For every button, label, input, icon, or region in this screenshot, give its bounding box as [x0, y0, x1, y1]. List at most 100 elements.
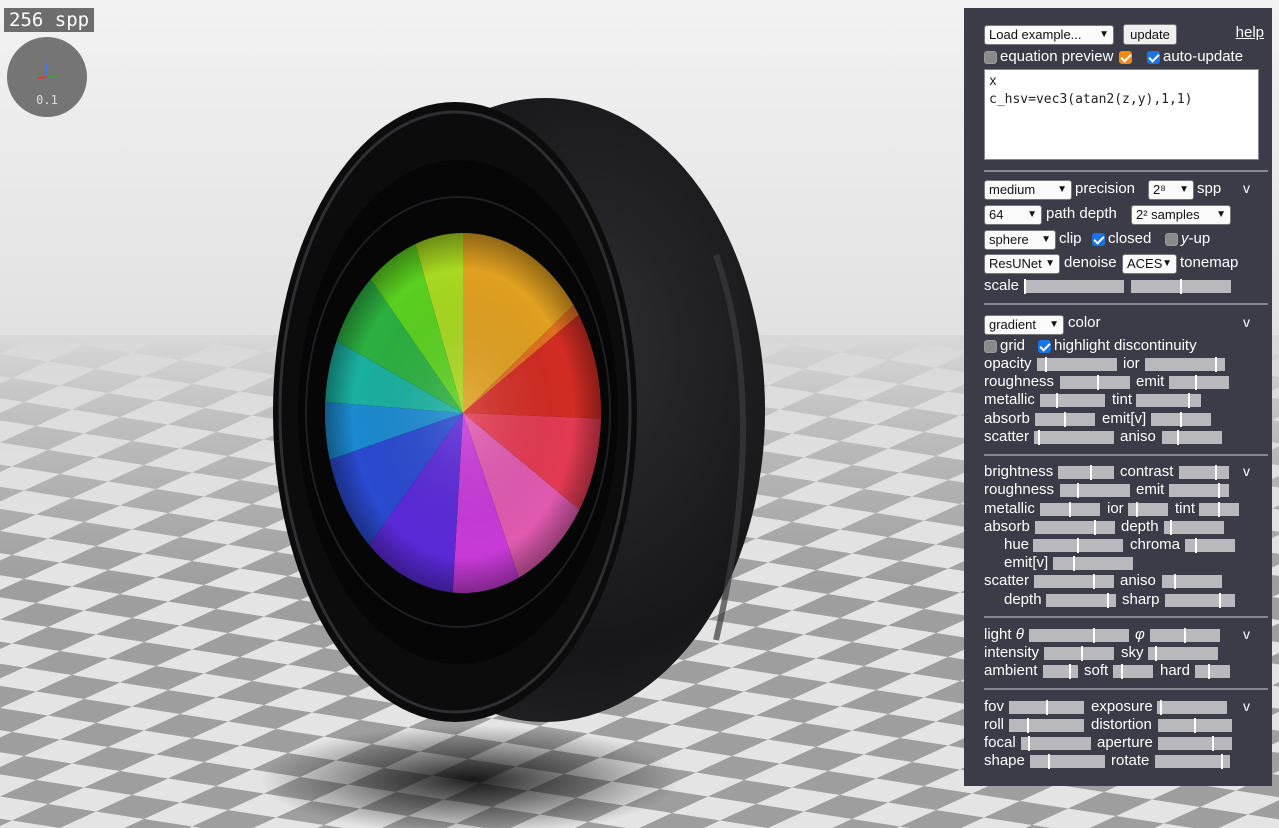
axis-gizmo[interactable]: 0.1: [7, 37, 87, 117]
tint-label: tint: [1112, 391, 1133, 408]
help-link[interactable]: help: [1236, 24, 1264, 41]
highlight-discontinuity-checkbox[interactable]: [1038, 340, 1051, 353]
tonemap-select[interactable]: ACES ▼: [1122, 254, 1177, 274]
roll-slider[interactable]: [1009, 718, 1084, 733]
scatter-slider[interactable]: [1034, 574, 1114, 589]
clip-label: clip: [1059, 230, 1082, 247]
metallic-label: metallic: [984, 500, 1035, 517]
update-button[interactable]: update: [1123, 24, 1177, 45]
collapse-camera-button[interactable]: v: [1243, 698, 1250, 714]
precision-label: precision: [1075, 180, 1136, 197]
scatter-label: scatter: [984, 572, 1030, 589]
scatter-slider[interactable]: [1034, 430, 1114, 445]
focal-label: focal: [984, 734, 1016, 751]
tint-slider[interactable]: [1136, 393, 1201, 408]
contrast-label: contrast: [1120, 463, 1174, 480]
sky-slider[interactable]: [1148, 646, 1218, 661]
aperture-slider[interactable]: [1158, 736, 1232, 751]
depth-slider[interactable]: [1046, 593, 1116, 608]
hard-label: hard: [1160, 662, 1191, 679]
absorb-slider[interactable]: [1035, 520, 1115, 535]
aniso-label: aniso: [1120, 572, 1156, 589]
opacity-slider[interactable]: [1037, 357, 1117, 372]
collapse-material-button[interactable]: v: [1243, 314, 1250, 330]
y-up-checkbox[interactable]: [1165, 233, 1178, 246]
sharp-slider[interactable]: [1165, 593, 1235, 608]
chroma-label: chroma: [1130, 536, 1181, 553]
exposure-slider[interactable]: [1157, 700, 1227, 715]
shape-label: shape: [984, 752, 1025, 769]
emit-label: emit: [1136, 481, 1165, 498]
scale-slider-2[interactable]: [1131, 279, 1231, 294]
focal-slider[interactable]: [1021, 736, 1091, 751]
scatter-label: scatter: [984, 428, 1030, 445]
divider: [984, 454, 1268, 456]
tint-slider[interactable]: [1199, 502, 1239, 517]
scale-slider-1[interactable]: [1024, 279, 1124, 294]
light-phi-label: φ: [1135, 626, 1145, 643]
exposure-label: exposure: [1091, 698, 1153, 715]
path-depth-select[interactable]: 64 ▼: [984, 205, 1042, 225]
absorb-slider[interactable]: [1035, 412, 1095, 427]
soft-label: soft: [1084, 662, 1109, 679]
collapse-render-button[interactable]: v: [1243, 180, 1250, 196]
light-theta-slider[interactable]: [1029, 628, 1129, 643]
path-depth-label: path depth: [1046, 205, 1117, 222]
clip-select[interactable]: sphere ▼: [984, 230, 1056, 250]
equation-editor[interactable]: x c_hsv=vec3(atan2(z,y),1,1): [984, 69, 1259, 160]
hue-slider[interactable]: [1033, 538, 1123, 553]
intensity-slider[interactable]: [1044, 646, 1114, 661]
equation-preview-checkbox[interactable]: [984, 51, 997, 64]
collapse-lighting-button[interactable]: v: [1243, 626, 1250, 642]
rotate-slider[interactable]: [1155, 754, 1230, 769]
metallic-slider[interactable]: [1040, 393, 1105, 408]
roughness-slider[interactable]: [1060, 483, 1130, 498]
denoise-select[interactable]: ResUNet ▼: [984, 254, 1060, 274]
soft-slider[interactable]: [1113, 664, 1153, 679]
rotate-label: rotate: [1111, 752, 1150, 769]
divider: [984, 616, 1268, 618]
emit-slider[interactable]: [1169, 483, 1229, 498]
grid-checkbox[interactable]: [984, 340, 997, 353]
aniso-slider[interactable]: [1162, 430, 1222, 445]
closed-checkbox[interactable]: [1092, 233, 1105, 246]
samples-select[interactable]: 2² samples ▼: [1131, 205, 1231, 225]
divider: [984, 170, 1268, 172]
orange-toggle-checkbox[interactable]: [1119, 51, 1132, 64]
auto-update-label: auto-update: [1163, 48, 1244, 65]
closed-label: closed: [1108, 230, 1152, 247]
light-phi-slider[interactable]: [1150, 628, 1220, 643]
contrast-slider[interactable]: [1179, 465, 1229, 480]
precision-select[interactable]: medium ▼: [984, 180, 1072, 200]
ambient-slider[interactable]: [1043, 664, 1078, 679]
brightness-slider[interactable]: [1058, 465, 1114, 480]
emit-v-slider[interactable]: [1053, 556, 1133, 571]
ior-slider[interactable]: [1128, 502, 1168, 517]
roughness-slider[interactable]: [1060, 375, 1130, 390]
aniso-slider[interactable]: [1162, 574, 1222, 589]
chroma-slider[interactable]: [1185, 538, 1235, 553]
distortion-slider[interactable]: [1158, 718, 1232, 733]
emit-v-label: emit[v]: [1004, 554, 1049, 571]
hard-slider[interactable]: [1195, 664, 1230, 679]
auto-update-checkbox[interactable]: [1147, 51, 1160, 64]
scale-label: scale: [984, 277, 1020, 294]
ior-slider[interactable]: [1145, 357, 1225, 372]
spp-select[interactable]: 2⁸ ▼: [1148, 180, 1194, 200]
aperture-label: aperture: [1097, 734, 1153, 751]
absorb-label: absorb: [984, 518, 1030, 535]
collapse-surface-button[interactable]: v: [1243, 463, 1250, 479]
emit-v-slider[interactable]: [1151, 412, 1211, 427]
grid-label: grid: [1000, 337, 1026, 354]
depth-slider[interactable]: [1164, 520, 1224, 535]
ambient-label: ambient: [984, 662, 1038, 679]
highlight-discontinuity-label: highlight discontinuity: [1054, 337, 1197, 354]
fov-slider[interactable]: [1009, 700, 1084, 715]
load-example-select[interactable]: Load example... ▼: [984, 25, 1114, 45]
emit-slider[interactable]: [1169, 375, 1229, 390]
color-mode-select[interactable]: gradient ▼: [984, 315, 1064, 335]
brightness-label: brightness: [984, 463, 1054, 480]
shape-slider[interactable]: [1030, 754, 1105, 769]
metallic-slider[interactable]: [1040, 502, 1100, 517]
emit-v-label: emit[v]: [1102, 410, 1147, 427]
